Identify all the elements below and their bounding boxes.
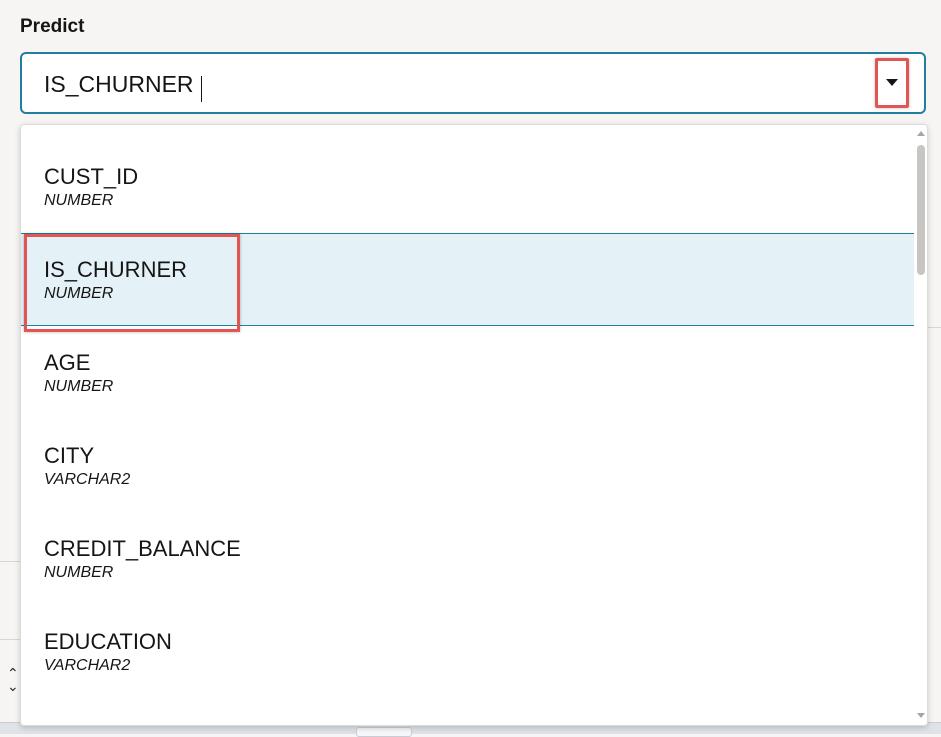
option-credit-balance[interactable]: CREDIT_BALANCE NUMBER bbox=[21, 512, 914, 605]
option-cust-id[interactable]: CUST_ID NUMBER bbox=[21, 140, 914, 233]
scroll-up-arrow-icon[interactable] bbox=[917, 131, 925, 136]
option-name: AGE bbox=[44, 350, 91, 375]
predict-label: Predict bbox=[20, 16, 85, 37]
predict-options-listbox[interactable]: CUST_ID NUMBER IS_CHURNER NUMBER AGE NUM… bbox=[20, 124, 928, 726]
option-name: CITY bbox=[44, 443, 95, 468]
option-name: CREDIT_BALANCE bbox=[44, 536, 241, 561]
option-type: NUMBER bbox=[44, 378, 114, 395]
predict-input[interactable] bbox=[44, 68, 844, 100]
dropdown-toggle-button[interactable] bbox=[875, 58, 909, 108]
text-cursor bbox=[201, 76, 202, 102]
predict-combobox[interactable] bbox=[20, 52, 926, 114]
option-is-churner[interactable]: IS_CHURNER NUMBER bbox=[21, 233, 914, 332]
option-type: NUMBER bbox=[44, 192, 114, 209]
option-name: IS_CHURNER bbox=[44, 257, 188, 282]
option-type: NUMBER bbox=[44, 285, 114, 302]
caret-down-icon bbox=[886, 79, 898, 86]
option-name: EDUCATION bbox=[44, 629, 172, 654]
background-divider bbox=[0, 561, 20, 562]
background-divider bbox=[0, 639, 20, 640]
scroll-down-arrow-icon[interactable] bbox=[917, 713, 925, 718]
option-type: NUMBER bbox=[44, 564, 114, 581]
scrollbar-thumb[interactable] bbox=[917, 145, 925, 275]
option-city[interactable]: CITY VARCHAR2 bbox=[21, 419, 914, 512]
option-name: CUST_ID bbox=[44, 164, 139, 189]
option-education[interactable]: EDUCATION VARCHAR2 bbox=[21, 605, 914, 698]
sort-arrows-icon[interactable]: ⌃ ⌄ bbox=[7, 667, 19, 694]
bottom-panel-tab[interactable] bbox=[356, 727, 412, 737]
option-type: VARCHAR2 bbox=[44, 471, 131, 488]
option-age[interactable]: AGE NUMBER bbox=[21, 326, 914, 419]
options-list: CUST_ID NUMBER IS_CHURNER NUMBER AGE NUM… bbox=[21, 140, 914, 698]
option-type: VARCHAR2 bbox=[44, 657, 131, 674]
background-divider bbox=[928, 327, 941, 328]
listbox-scrollbar[interactable] bbox=[914, 125, 927, 725]
